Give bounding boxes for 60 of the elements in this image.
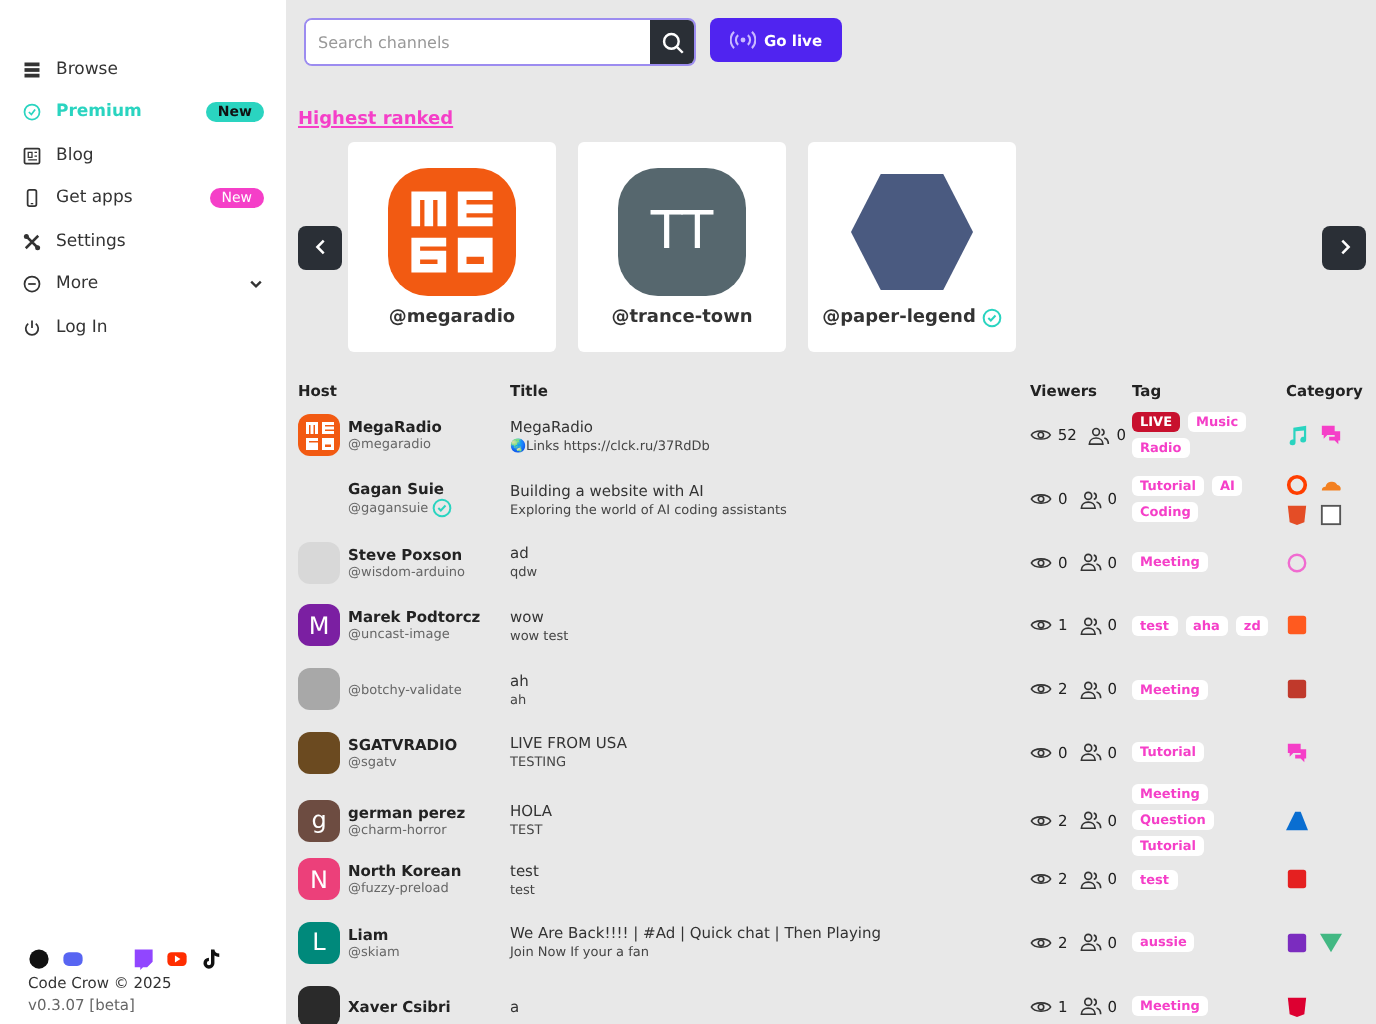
sidebar-item[interactable]: More [0, 263, 286, 306]
channel-card[interactable]: TT @trance-town [578, 142, 786, 352]
users-icon [1079, 489, 1102, 510]
channel-handle: @megaradio [388, 307, 516, 327]
users-icon [1079, 742, 1102, 763]
avatar: TT [618, 167, 746, 295]
users-icon [1079, 932, 1102, 953]
search-button[interactable] [650, 20, 694, 64]
channel-handle: @paper-legend [822, 307, 976, 327]
channel-handle: @trance-town [611, 307, 753, 327]
youtube-icon[interactable] [166, 948, 188, 970]
shield-logo-icon[interactable] [1286, 995, 1308, 1018]
eye-icon [1030, 933, 1052, 952]
chevron-right-icon [1335, 238, 1353, 256]
power-icon [22, 317, 42, 338]
chat-bubbles-icon[interactable] [1320, 424, 1342, 447]
broadcast-icon [730, 30, 756, 50]
browse-icon [22, 59, 42, 80]
users-icon [1079, 810, 1102, 831]
channel-card[interactable]: @paper-legend [808, 142, 1016, 352]
sidebar-item[interactable]: Log In [0, 306, 286, 349]
settings-icon [22, 231, 42, 252]
eye-icon [1030, 870, 1052, 889]
users-icon [1088, 425, 1111, 446]
users-icon [1079, 869, 1102, 890]
search-icon [659, 29, 685, 55]
eye-icon [1030, 553, 1052, 572]
users-icon [1079, 996, 1102, 1017]
triangle-logo-icon[interactable] [1286, 809, 1308, 832]
eye-icon [1030, 743, 1052, 762]
eye-icon [1030, 490, 1052, 509]
avatar: M [298, 604, 340, 647]
eye-icon [1030, 811, 1052, 830]
users-icon [1079, 679, 1102, 700]
sidebar-item[interactable]: Blog [0, 134, 286, 177]
avatar: g [298, 799, 340, 842]
avatar: L [298, 921, 340, 964]
next-button[interactable] [1322, 225, 1366, 269]
eye-icon [1030, 997, 1052, 1016]
tiktok-icon[interactable] [200, 948, 222, 970]
chevron-left-icon [311, 238, 329, 256]
square-logo-icon[interactable] [1286, 931, 1308, 954]
users-icon [1079, 552, 1102, 573]
sidebar-item[interactable]: Settings [0, 220, 286, 263]
more-icon [22, 274, 42, 295]
previous-button[interactable] [298, 225, 342, 269]
eye-icon [1030, 616, 1052, 635]
twitch-icon[interactable] [132, 948, 154, 970]
eye-icon [1030, 426, 1052, 445]
blog-icon [22, 145, 42, 166]
premium-icon [22, 102, 42, 123]
chat-bubbles-icon[interactable] [1286, 741, 1308, 764]
search-field[interactable]: Search channels [304, 18, 696, 66]
sidebar-item[interactable]: Browse [0, 48, 286, 91]
square-icon[interactable] [1320, 503, 1342, 526]
channel-card[interactable]: @megaradio [348, 142, 556, 352]
eye-icon [1030, 680, 1052, 699]
phone-icon [22, 188, 42, 209]
avatar: N [298, 858, 340, 901]
users-icon [1079, 615, 1102, 636]
